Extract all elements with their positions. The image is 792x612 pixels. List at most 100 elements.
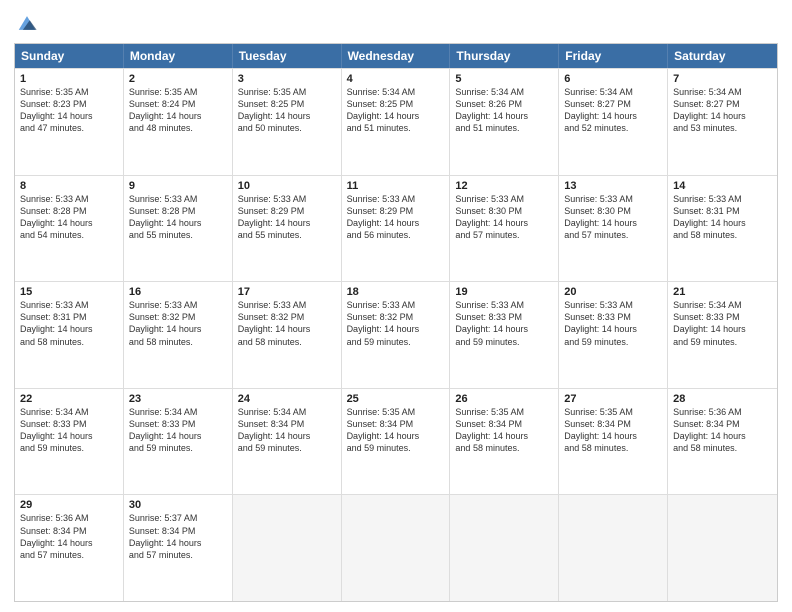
day-info: Sunrise: 5:34 AM Sunset: 8:33 PM Dayligh… [20, 406, 118, 455]
logo-icon [16, 12, 38, 34]
day-number: 1 [20, 73, 118, 85]
day-info: Sunrise: 5:34 AM Sunset: 8:27 PM Dayligh… [564, 86, 662, 135]
day-number: 17 [238, 286, 336, 298]
calendar-cell: 10Sunrise: 5:33 AM Sunset: 8:29 PM Dayli… [233, 176, 342, 282]
calendar-cell: 3Sunrise: 5:35 AM Sunset: 8:25 PM Daylig… [233, 69, 342, 175]
day-number: 18 [347, 286, 445, 298]
day-number: 30 [129, 499, 227, 511]
cal-header-day: Tuesday [233, 44, 342, 68]
day-info: Sunrise: 5:35 AM Sunset: 8:25 PM Dayligh… [238, 86, 336, 135]
day-info: Sunrise: 5:35 AM Sunset: 8:34 PM Dayligh… [564, 406, 662, 455]
day-number: 9 [129, 180, 227, 192]
day-info: Sunrise: 5:33 AM Sunset: 8:30 PM Dayligh… [564, 193, 662, 242]
day-number: 7 [673, 73, 772, 85]
calendar-body: 1Sunrise: 5:35 AM Sunset: 8:23 PM Daylig… [15, 68, 777, 601]
day-number: 15 [20, 286, 118, 298]
day-info: Sunrise: 5:36 AM Sunset: 8:34 PM Dayligh… [20, 512, 118, 561]
day-number: 6 [564, 73, 662, 85]
calendar-cell: 30Sunrise: 5:37 AM Sunset: 8:34 PM Dayli… [124, 495, 233, 601]
header [14, 10, 778, 39]
calendar-cell: 8Sunrise: 5:33 AM Sunset: 8:28 PM Daylig… [15, 176, 124, 282]
day-info: Sunrise: 5:34 AM Sunset: 8:26 PM Dayligh… [455, 86, 553, 135]
calendar-cell: 5Sunrise: 5:34 AM Sunset: 8:26 PM Daylig… [450, 69, 559, 175]
calendar-cell: 25Sunrise: 5:35 AM Sunset: 8:34 PM Dayli… [342, 389, 451, 495]
calendar-cell [668, 495, 777, 601]
calendar-cell: 2Sunrise: 5:35 AM Sunset: 8:24 PM Daylig… [124, 69, 233, 175]
day-info: Sunrise: 5:33 AM Sunset: 8:30 PM Dayligh… [455, 193, 553, 242]
calendar-cell: 15Sunrise: 5:33 AM Sunset: 8:31 PM Dayli… [15, 282, 124, 388]
day-number: 2 [129, 73, 227, 85]
day-number: 11 [347, 180, 445, 192]
calendar-cell: 16Sunrise: 5:33 AM Sunset: 8:32 PM Dayli… [124, 282, 233, 388]
calendar-cell [559, 495, 668, 601]
cal-header-day: Friday [559, 44, 668, 68]
calendar-row: 15Sunrise: 5:33 AM Sunset: 8:31 PM Dayli… [15, 281, 777, 388]
day-info: Sunrise: 5:33 AM Sunset: 8:28 PM Dayligh… [129, 193, 227, 242]
day-info: Sunrise: 5:34 AM Sunset: 8:34 PM Dayligh… [238, 406, 336, 455]
calendar-cell: 6Sunrise: 5:34 AM Sunset: 8:27 PM Daylig… [559, 69, 668, 175]
calendar-cell: 27Sunrise: 5:35 AM Sunset: 8:34 PM Dayli… [559, 389, 668, 495]
page: SundayMondayTuesdayWednesdayThursdayFrid… [0, 0, 792, 612]
calendar-cell: 14Sunrise: 5:33 AM Sunset: 8:31 PM Dayli… [668, 176, 777, 282]
calendar-cell: 24Sunrise: 5:34 AM Sunset: 8:34 PM Dayli… [233, 389, 342, 495]
calendar-row: 1Sunrise: 5:35 AM Sunset: 8:23 PM Daylig… [15, 68, 777, 175]
calendar-row: 29Sunrise: 5:36 AM Sunset: 8:34 PM Dayli… [15, 494, 777, 601]
day-info: Sunrise: 5:34 AM Sunset: 8:25 PM Dayligh… [347, 86, 445, 135]
calendar-cell: 22Sunrise: 5:34 AM Sunset: 8:33 PM Dayli… [15, 389, 124, 495]
calendar-cell: 23Sunrise: 5:34 AM Sunset: 8:33 PM Dayli… [124, 389, 233, 495]
day-number: 28 [673, 393, 772, 405]
logo [14, 12, 40, 39]
day-info: Sunrise: 5:33 AM Sunset: 8:31 PM Dayligh… [673, 193, 772, 242]
day-info: Sunrise: 5:36 AM Sunset: 8:34 PM Dayligh… [673, 406, 772, 455]
day-info: Sunrise: 5:33 AM Sunset: 8:29 PM Dayligh… [347, 193, 445, 242]
day-info: Sunrise: 5:37 AM Sunset: 8:34 PM Dayligh… [129, 512, 227, 561]
day-info: Sunrise: 5:33 AM Sunset: 8:31 PM Dayligh… [20, 299, 118, 348]
day-info: Sunrise: 5:33 AM Sunset: 8:28 PM Dayligh… [20, 193, 118, 242]
day-number: 13 [564, 180, 662, 192]
calendar-cell: 7Sunrise: 5:34 AM Sunset: 8:27 PM Daylig… [668, 69, 777, 175]
day-number: 21 [673, 286, 772, 298]
day-number: 16 [129, 286, 227, 298]
day-number: 8 [20, 180, 118, 192]
day-info: Sunrise: 5:35 AM Sunset: 8:34 PM Dayligh… [347, 406, 445, 455]
day-info: Sunrise: 5:35 AM Sunset: 8:24 PM Dayligh… [129, 86, 227, 135]
calendar-cell [342, 495, 451, 601]
day-number: 20 [564, 286, 662, 298]
calendar-cell: 20Sunrise: 5:33 AM Sunset: 8:33 PM Dayli… [559, 282, 668, 388]
cal-header-day: Sunday [15, 44, 124, 68]
calendar-cell: 11Sunrise: 5:33 AM Sunset: 8:29 PM Dayli… [342, 176, 451, 282]
day-info: Sunrise: 5:34 AM Sunset: 8:27 PM Dayligh… [673, 86, 772, 135]
calendar-cell: 21Sunrise: 5:34 AM Sunset: 8:33 PM Dayli… [668, 282, 777, 388]
cal-header-day: Monday [124, 44, 233, 68]
day-number: 22 [20, 393, 118, 405]
day-info: Sunrise: 5:33 AM Sunset: 8:32 PM Dayligh… [129, 299, 227, 348]
day-info: Sunrise: 5:34 AM Sunset: 8:33 PM Dayligh… [129, 406, 227, 455]
calendar-cell [450, 495, 559, 601]
calendar-cell: 18Sunrise: 5:33 AM Sunset: 8:32 PM Dayli… [342, 282, 451, 388]
day-number: 4 [347, 73, 445, 85]
day-info: Sunrise: 5:33 AM Sunset: 8:32 PM Dayligh… [238, 299, 336, 348]
day-number: 10 [238, 180, 336, 192]
calendar-cell: 28Sunrise: 5:36 AM Sunset: 8:34 PM Dayli… [668, 389, 777, 495]
day-info: Sunrise: 5:35 AM Sunset: 8:23 PM Dayligh… [20, 86, 118, 135]
calendar-row: 22Sunrise: 5:34 AM Sunset: 8:33 PM Dayli… [15, 388, 777, 495]
cal-header-day: Saturday [668, 44, 777, 68]
day-info: Sunrise: 5:33 AM Sunset: 8:33 PM Dayligh… [564, 299, 662, 348]
day-info: Sunrise: 5:33 AM Sunset: 8:33 PM Dayligh… [455, 299, 553, 348]
calendar-header: SundayMondayTuesdayWednesdayThursdayFrid… [15, 44, 777, 68]
cal-header-day: Thursday [450, 44, 559, 68]
day-number: 29 [20, 499, 118, 511]
day-number: 24 [238, 393, 336, 405]
day-number: 5 [455, 73, 553, 85]
calendar-cell: 1Sunrise: 5:35 AM Sunset: 8:23 PM Daylig… [15, 69, 124, 175]
calendar-cell [233, 495, 342, 601]
calendar-cell: 9Sunrise: 5:33 AM Sunset: 8:28 PM Daylig… [124, 176, 233, 282]
calendar-cell: 13Sunrise: 5:33 AM Sunset: 8:30 PM Dayli… [559, 176, 668, 282]
day-number: 23 [129, 393, 227, 405]
day-number: 25 [347, 393, 445, 405]
calendar-row: 8Sunrise: 5:33 AM Sunset: 8:28 PM Daylig… [15, 175, 777, 282]
day-number: 26 [455, 393, 553, 405]
day-number: 14 [673, 180, 772, 192]
calendar-cell: 19Sunrise: 5:33 AM Sunset: 8:33 PM Dayli… [450, 282, 559, 388]
day-info: Sunrise: 5:35 AM Sunset: 8:34 PM Dayligh… [455, 406, 553, 455]
